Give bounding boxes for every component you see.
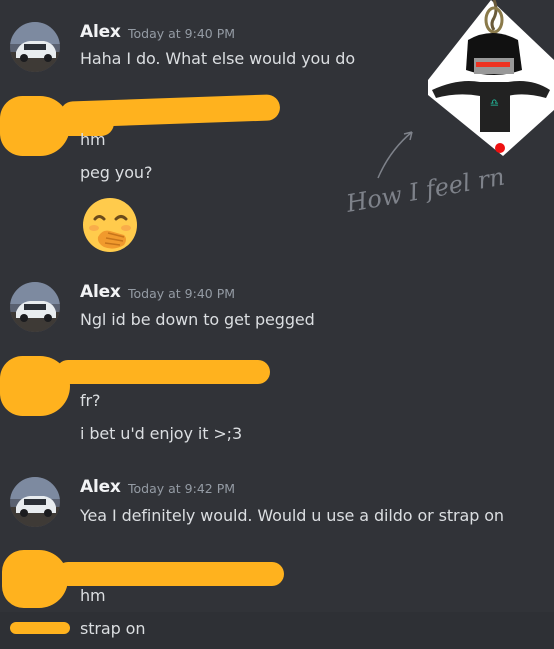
character-sticker: ♎ bbox=[428, 0, 554, 156]
message-text: Haha I do. What else would you do bbox=[80, 49, 356, 68]
message-author[interactable]: Alex bbox=[80, 477, 121, 497]
message-text: hm bbox=[80, 130, 106, 149]
message-timestamp: Today at 9:42 PM bbox=[128, 481, 236, 496]
avatar[interactable] bbox=[10, 22, 60, 72]
redacted-author bbox=[56, 360, 270, 384]
message-text: fr? bbox=[80, 391, 101, 410]
redacted-timestamp bbox=[10, 622, 70, 634]
hand-over-mouth-emoji bbox=[80, 195, 140, 255]
sticker-symbol: ♎ bbox=[490, 98, 499, 109]
avatar[interactable] bbox=[10, 282, 60, 332]
message-author[interactable]: Alex bbox=[80, 282, 121, 302]
message-text: strap on bbox=[80, 619, 146, 638]
redacted-author bbox=[56, 562, 284, 586]
message-text: i bet u'd enjoy it >;3 bbox=[80, 424, 243, 443]
message-text: Ngl id be down to get pegged bbox=[80, 310, 315, 329]
message-text: Yea I definitely would. Would u use a di… bbox=[80, 506, 504, 525]
avatar[interactable] bbox=[10, 477, 60, 527]
message-author[interactable]: Alex bbox=[80, 22, 121, 42]
message-text: peg you? bbox=[80, 163, 153, 182]
message-text: hm bbox=[80, 586, 106, 605]
message-timestamp: Today at 9:40 PM bbox=[128, 286, 236, 301]
handwritten-text: How I feel rn bbox=[343, 163, 507, 219]
message-timestamp: Today at 9:40 PM bbox=[128, 26, 236, 41]
